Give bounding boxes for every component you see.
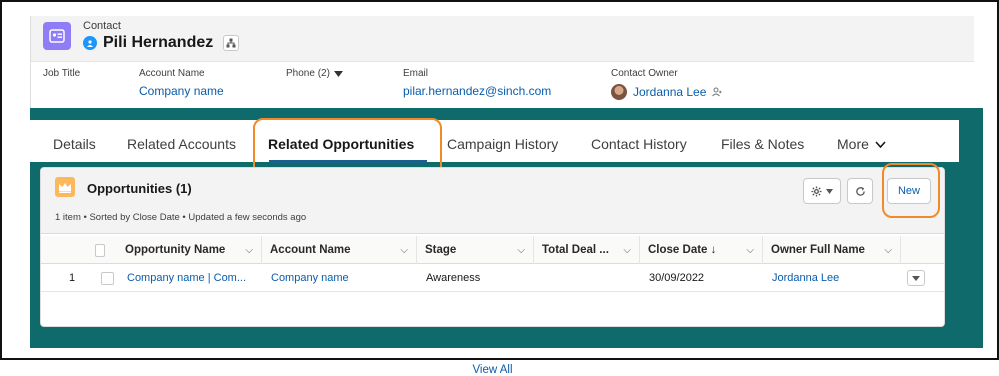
column-account-name[interactable]: Account Name ⌵ (262, 236, 417, 264)
chevron-down-icon[interactable]: ⌵ (623, 245, 631, 256)
tab-more-label: More (837, 136, 869, 152)
chevron-down-icon[interactable]: ⌵ (400, 245, 408, 256)
owner-value: Jordanna Lee (611, 84, 722, 100)
opportunities-related-list: Opportunities (1) 1 item • Sorted by Clo… (40, 167, 945, 376)
dropdown-caret-icon[interactable] (333, 70, 343, 77)
column-label: Account Name (270, 244, 351, 256)
chevron-down-icon (826, 188, 833, 194)
tab-bar: Details Related Accounts Related Opportu… (30, 120, 959, 163)
field-email: Email pilar.hernandez@sinch.com (403, 68, 551, 98)
hierarchy-icon[interactable] (223, 35, 240, 51)
tab-campaign-history[interactable]: Campaign History (447, 136, 558, 152)
record-title-bar: Contact Pili Hernandez (31, 16, 974, 62)
status-dot-icon (83, 36, 97, 50)
column-close-date[interactable]: Close Date ↓ ⌵ (640, 236, 763, 264)
avatar (611, 84, 627, 100)
contact-card-icon (43, 22, 71, 50)
opportunity-name-link[interactable]: Company name | Com... (119, 264, 254, 292)
view-all-link[interactable]: View All (41, 364, 944, 376)
total-deal-cell (535, 264, 551, 292)
column-stage[interactable]: Stage ⌵ (417, 236, 534, 264)
chevron-down-icon[interactable]: ⌵ (746, 245, 754, 256)
account-name-link[interactable]: Company name (139, 84, 224, 98)
select-all-checkbox[interactable] (95, 243, 105, 257)
field-label: Job Title (43, 68, 81, 79)
new-button-highlight-annotation (882, 163, 940, 218)
owner-link[interactable]: Jordanna Lee (633, 85, 706, 99)
highlight-fields: Job Title Account Name Company name Phon… (31, 68, 974, 108)
field-label: Account Name (139, 68, 205, 79)
chevron-down-icon[interactable]: ⌵ (517, 245, 525, 256)
crown-icon (55, 177, 75, 197)
record-name: Pili Hernandez (103, 34, 214, 51)
tab-contact-history[interactable]: Contact History (591, 136, 687, 152)
chevron-down-icon[interactable]: ⌵ (884, 245, 892, 256)
table-header: Opportunity Name ⌵ Account Name ⌵ Stage … (41, 236, 944, 264)
related-list-title[interactable]: Opportunities (1) (87, 181, 192, 196)
record-header: Contact Pili Hernandez Job Title Account… (30, 16, 974, 108)
column-label: Owner Full Name (771, 244, 865, 256)
field-label: Phone (2) (286, 68, 330, 79)
column-label: Stage (425, 244, 457, 256)
stage-cell: Awareness (426, 272, 481, 284)
owner-change-icon[interactable] (712, 87, 722, 97)
field-account-name: Account Name Company name (139, 68, 224, 98)
email-link[interactable]: pilar.hernandez@sinch.com (403, 84, 551, 98)
chevron-down-icon[interactable]: ⌵ (245, 245, 253, 256)
field-phone[interactable]: Phone (2) (286, 68, 343, 79)
column-label: Close Date ↓ (648, 244, 717, 256)
refresh-button[interactable] (847, 178, 873, 204)
tab-related-accounts[interactable]: Related Accounts (127, 136, 236, 152)
column-label: Total Deal ... (542, 244, 609, 256)
table-row: 1 Company name | Com... Company name Awa… (41, 264, 944, 292)
tab-files-notes[interactable]: Files & Notes (721, 136, 804, 152)
owner-link[interactable]: Jordanna Lee (764, 264, 847, 292)
refresh-icon (855, 186, 865, 196)
list-settings-button[interactable] (803, 178, 841, 204)
tab-details[interactable]: Details (53, 136, 96, 152)
column-label: Opportunity Name (125, 244, 226, 256)
phone-field-label[interactable]: Phone (2) (286, 68, 343, 79)
related-list-header: Opportunities (1) 1 item • Sorted by Clo… (41, 168, 944, 234)
field-label: Contact Owner (611, 68, 678, 79)
screenshot-frame: Contact Pili Hernandez Job Title Account… (0, 0, 999, 376)
select-all-cell (87, 236, 113, 264)
row-action-icon[interactable] (907, 270, 925, 286)
field-contact-owner: Contact Owner Jordanna Lee (611, 68, 722, 100)
field-label: Email (403, 68, 429, 79)
account-name-link[interactable]: Company name (263, 264, 357, 292)
field-job-title: Job Title (43, 68, 80, 79)
object-label: Contact (83, 20, 121, 32)
column-opportunity-name[interactable]: Opportunity Name ⌵ (117, 236, 262, 264)
record-name-row: Pili Hernandez (83, 34, 240, 52)
row-checkbox-cell (93, 264, 122, 292)
row-number: 1 (69, 272, 76, 284)
chevron-down-icon (875, 140, 886, 148)
column-owner-full-name[interactable]: Owner Full Name ⌵ (763, 236, 901, 264)
tab-more[interactable]: More (837, 136, 886, 152)
row-checkbox[interactable] (101, 271, 114, 285)
related-list-meta: 1 item • Sorted by Close Date • Updated … (55, 212, 307, 223)
close-date-cell: 30/09/2022 (649, 272, 705, 284)
gear-icon (811, 185, 822, 197)
column-total-deal[interactable]: Total Deal ... ⌵ (534, 236, 640, 264)
